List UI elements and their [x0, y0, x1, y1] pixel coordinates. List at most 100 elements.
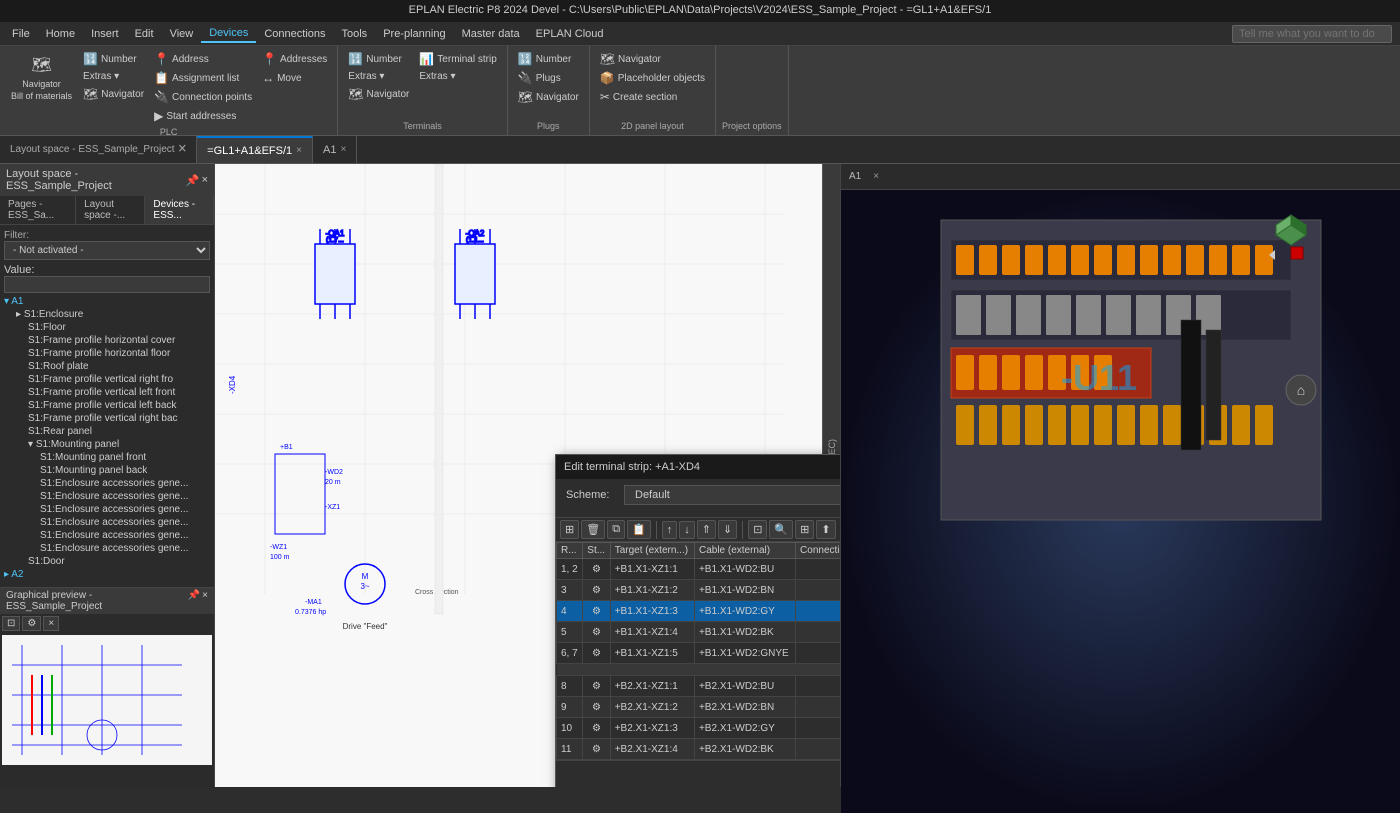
right-tab-a1[interactable]: A1	[841, 169, 869, 184]
table-row[interactable]: 6, 7 ⚙ +B1.X1-XZ1:5 +B1.X1-WD2:GNYE 🔌 PX…	[557, 643, 841, 664]
tree-item[interactable]: S1:Enclosure accessories gene...	[0, 529, 214, 542]
dtb-cols-btn[interactable]: ⊞	[795, 520, 814, 539]
tree-item[interactable]: S1:Roof plate	[0, 360, 214, 373]
dtb-movetop-btn[interactable]: ⇑	[697, 520, 716, 539]
tree-item[interactable]: S1:Frame profile vertical right bac	[0, 412, 214, 425]
tree-item[interactable]: S1:Floor	[0, 321, 214, 334]
dtb-copy-btn[interactable]: ⧉	[607, 520, 625, 539]
ribbon-btn-number-plc[interactable]: 🔢 Number	[79, 50, 148, 68]
search-input[interactable]	[1232, 25, 1392, 43]
tab-gl1-a1-efs1[interactable]: =GL1+A1&EFS/1 ×	[197, 136, 313, 163]
scheme-select[interactable]: Default	[624, 485, 840, 505]
close-layout-space[interactable]: 🗙	[179, 141, 187, 158]
tree-item[interactable]: ▾ S1:Mounting panel	[0, 438, 214, 451]
ribbon-btn-connection-points[interactable]: 🔌 Connection points	[150, 88, 256, 106]
menu-home[interactable]: Home	[38, 26, 83, 42]
ribbon-btn-navigator-terminal[interactable]: 🗺 Navigator	[344, 85, 413, 103]
ribbon-btn-navigator-plugs[interactable]: 🗺 Navigator	[514, 88, 583, 106]
dtb-moveup-btn[interactable]: ↑	[662, 521, 678, 539]
dtb-filter-btn[interactable]: ⊡	[748, 520, 767, 539]
dtb-movedown-btn[interactable]: ↓	[679, 521, 695, 539]
terminal-strip-table-wrap[interactable]: R... St... Target (extern...) Cable (ext…	[556, 542, 840, 760]
ribbon-btn-move[interactable]: ↔ Move	[258, 69, 331, 87]
tree-item[interactable]: S1:Mounting panel front	[0, 451, 214, 464]
tree-item[interactable]: S1:Enclosure accessories gene...	[0, 477, 214, 490]
preview-fit-btn[interactable]: ⊡	[2, 616, 20, 631]
ribbon-btn-assignment-list[interactable]: 📋 Assignment list	[150, 69, 256, 87]
menu-view[interactable]: View	[162, 26, 202, 42]
menu-file[interactable]: File	[4, 26, 38, 42]
ribbon-btn-extras2-terminal[interactable]: Extras ▾	[415, 69, 500, 84]
filter-select[interactable]: - Not activated -	[4, 241, 210, 260]
table-row[interactable]: 8 ⚙ +B2.X1-XZ1:1 +B2.X1-WD2:BU 🔌 PXC.321…	[557, 676, 841, 697]
ribbon-btn-terminal-strip[interactable]: 📊 Terminal strip	[415, 50, 500, 68]
tree-item[interactable]: S1:Frame profile horizontal cover	[0, 334, 214, 347]
tree-item[interactable]: S1:Frame profile vertical right fro	[0, 373, 214, 386]
table-row[interactable]: 1, 2 ⚙ +B1.X1-XZ1:1 +B1.X1-WD2:BU 🔌 PXC.…	[557, 559, 841, 580]
ribbon-btn-addresses[interactable]: 📍 Addresses	[258, 50, 331, 68]
tree-item[interactable]: ▾ A1	[0, 295, 214, 308]
ribbon-btn-extras-terminal[interactable]: Extras ▾	[344, 69, 413, 84]
tree-item[interactable]: S1:Enclosure accessories gene...	[0, 490, 214, 503]
ribbon-btn-plugs[interactable]: 🔌 Plugs	[514, 69, 583, 87]
tree-item[interactable]: S1:Enclosure accessories gene...	[0, 516, 214, 529]
ribbon-btn-start-addresses[interactable]: ▶ Start addresses	[150, 107, 256, 125]
menu-connections[interactable]: Connections	[256, 26, 333, 42]
table-row[interactable]: 4 ⚙ +B1.X1-XZ1:3 +B1.X1-WD2:GY 🔌 PXC.321…	[557, 601, 841, 622]
ribbon-btn-placeholder-objects[interactable]: 📦 Placeholder objects	[596, 69, 709, 87]
table-row[interactable]: 10 ⚙ +B2.X1-XZ1:3 +B2.X1-WD2:GY 🔌 PXC.32…	[557, 718, 841, 739]
tree-item[interactable]: S1:Frame profile vertical left back	[0, 399, 214, 412]
menu-edit[interactable]: Edit	[127, 26, 162, 42]
lptab-pages[interactable]: Pages - ESS_Sa...	[0, 196, 76, 224]
preview-close-btn[interactable]: ×	[43, 616, 59, 631]
table-row[interactable]	[557, 664, 841, 676]
dtb-new-btn[interactable]: ⊞	[560, 520, 579, 539]
menu-masterdata[interactable]: Master data	[454, 26, 528, 42]
ribbon-btn-create-section[interactable]: ✂ Create section	[596, 88, 709, 106]
tab-a1[interactable]: A1 ×	[313, 136, 357, 163]
menu-eplancloud[interactable]: EPLAN Cloud	[528, 26, 612, 42]
close-panel-icon[interactable]: ×	[202, 174, 208, 187]
ribbon-btn-extras-plc[interactable]: Extras ▾	[79, 69, 148, 84]
close-tab-main[interactable]: ×	[296, 145, 302, 156]
dtb-export-btn[interactable]: ⬆	[816, 520, 835, 539]
tree-item[interactable]: ▸ A2	[0, 568, 214, 581]
ribbon-btn-address[interactable]: 📍 Address	[150, 50, 256, 68]
pin-icon[interactable]: 📌	[186, 174, 200, 187]
ribbon-btn-number-terminal[interactable]: 🔢 Number	[344, 50, 413, 68]
menu-tools[interactable]: Tools	[334, 26, 376, 42]
preview-pin-icon[interactable]: 📌	[188, 590, 200, 612]
tree-item[interactable]: S1:Door	[0, 555, 214, 568]
lptab-layout[interactable]: Layout space -...	[76, 196, 145, 224]
tree-item[interactable]: S1:Enclosure accessories gene...	[0, 542, 214, 555]
preview-close-icon[interactable]: ×	[202, 590, 208, 612]
tab-layout-space[interactable]: Layout space - ESS_Sample_Project 🗙	[0, 136, 197, 163]
tree-item[interactable]: S1:Enclosure accessories gene...	[0, 503, 214, 516]
tree-item[interactable]: S1:Rear panel	[0, 425, 214, 438]
dtb-search-btn[interactable]: 🔍	[769, 520, 793, 539]
preview-settings-btn[interactable]: ⚙	[22, 616, 41, 631]
lptab-devices[interactable]: Devices - ESS...	[145, 196, 214, 224]
menu-devices[interactable]: Devices	[201, 25, 256, 43]
home-btn[interactable]: ⌂	[1286, 375, 1316, 405]
tree-item[interactable]: S1:Frame profile horizontal floor	[0, 347, 214, 360]
close-tab-a1[interactable]: ×	[340, 144, 346, 155]
tree-item[interactable]: S1:Frame profile vertical left front	[0, 386, 214, 399]
table-row[interactable]: 5 ⚙ +B1.X1-XZ1:4 +B1.X1-WD2:BK 🔌 PXC.321…	[557, 622, 841, 643]
menu-insert[interactable]: Insert	[83, 26, 127, 42]
table-row[interactable]: 11 ⚙ +B2.X1-XZ1:4 +B2.X1-WD2:BK 🔌 PXC.32…	[557, 739, 841, 760]
dtb-movebottom-btn[interactable]: ⇓	[718, 520, 737, 539]
table-row[interactable]: 3 ⚙ +B1.X1-XZ1:2 +B1.X1-WD2:BN 🔌 PXC.321…	[557, 580, 841, 601]
table-row[interactable]: 9 ⚙ +B2.X1-XZ1:2 +B2.X1-WD2:BN 🔌 PXC.321…	[557, 697, 841, 718]
tree-item[interactable]: S1:Mounting panel back	[0, 464, 214, 477]
ribbon-btn-navigator-2dpanel[interactable]: 🗺 Navigator	[596, 50, 709, 68]
tree-item[interactable]: ▸ S1:Enclosure	[0, 308, 214, 321]
dtb-paste-btn[interactable]: 📋	[627, 520, 651, 539]
menu-preplanning[interactable]: Pre-planning	[375, 26, 453, 42]
close-right-tab-a1[interactable]: ×	[869, 169, 883, 184]
nav-cube[interactable]	[1261, 205, 1316, 260]
ribbon-btn-number-plugs[interactable]: 🔢 Number	[514, 50, 583, 68]
dtb-delete-btn[interactable]: 🗑	[581, 520, 605, 539]
value-input[interactable]	[4, 276, 210, 293]
ribbon-btn-navigator-plc[interactable]: 🗺 Navigator	[79, 85, 148, 103]
